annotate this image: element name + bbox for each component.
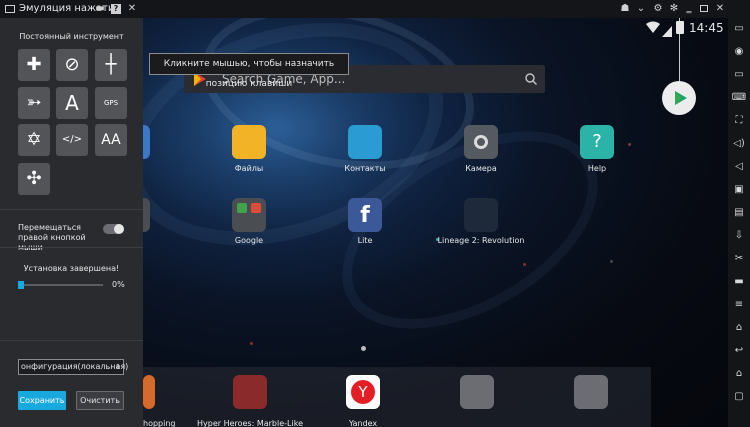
minimize-icon[interactable]: ‗ xyxy=(684,0,694,18)
app-label: Lite xyxy=(357,236,373,245)
back-icon[interactable]: ↩ xyxy=(731,344,747,358)
font-size-tool-icon[interactable]: AA xyxy=(95,124,127,156)
divider xyxy=(0,340,143,341)
app-label: Google xyxy=(234,236,264,245)
play-store-button[interactable] xyxy=(662,81,696,115)
help-icon: ? xyxy=(580,125,614,159)
lineage-icon xyxy=(464,198,498,232)
location-icon[interactable]: ◉ xyxy=(731,45,747,59)
folder-icon xyxy=(232,125,266,159)
google-folder-icon xyxy=(232,198,266,232)
section-title: Постоянный инструмент xyxy=(19,32,124,41)
menu-icon[interactable]: ≡ xyxy=(731,298,747,312)
keyboard-icon[interactable]: ⌨ xyxy=(731,91,747,105)
save-button[interactable]: Сохранить xyxy=(18,391,66,410)
keyboard-icon xyxy=(5,5,15,13)
maximize-icon[interactable] xyxy=(700,5,708,12)
home-icon[interactable]: ⌂ xyxy=(731,367,747,381)
scissors-icon[interactable]: ✂ xyxy=(731,252,747,266)
yandex-icon[interactable]: Y xyxy=(346,375,380,409)
placeholder-app-icon[interactable] xyxy=(460,375,494,409)
gps-tool-icon[interactable]: GPS xyxy=(95,87,127,119)
close-icon[interactable]: ✕ xyxy=(127,0,137,18)
wifi-icon xyxy=(646,21,660,33)
apk-icon[interactable]: ▤ xyxy=(731,206,747,220)
install-icon[interactable]: ⇩ xyxy=(731,229,747,243)
chevron-down-icon[interactable]: ⌄ xyxy=(635,0,647,18)
clear-button[interactable]: Очистить xyxy=(76,391,124,410)
progress-label: 0% xyxy=(112,280,125,289)
divider xyxy=(0,209,143,210)
home-icon[interactable]: ⌂ xyxy=(731,321,747,335)
gyro-tool-icon[interactable]: ✣ xyxy=(18,163,50,195)
star-tool-icon[interactable]: ✡ xyxy=(18,124,50,156)
crosshair-tool-icon[interactable]: ┼ xyxy=(95,49,127,81)
folder-icon[interactable]: ▬ xyxy=(94,0,106,18)
placeholder-app-icon[interactable] xyxy=(574,375,608,409)
key-mapping-panel: Постоянный инструмент ✚ ⊘ ┼ ➳ A GPS ✡ </… xyxy=(0,18,143,427)
config-select[interactable]: онфигурация(локальная) ⇕ xyxy=(18,359,128,375)
script-tool-icon[interactable]: </> xyxy=(56,124,88,156)
gun-tool-icon[interactable]: ➳ xyxy=(18,87,50,119)
progress-fill xyxy=(18,281,24,289)
battery-icon xyxy=(676,21,684,34)
dpad-tool-icon[interactable]: ✚ xyxy=(18,49,50,81)
contacts-icon xyxy=(348,125,382,159)
chevron-updown-icon: ⇕ xyxy=(115,363,121,371)
help-icon[interactable]: ? xyxy=(111,4,121,14)
app-label: Help xyxy=(587,164,607,173)
dock-label: Yandex xyxy=(348,419,378,427)
app-label: Контакты xyxy=(344,164,386,173)
settings-icon[interactable]: ⚙ xyxy=(652,0,664,18)
app-label: Камера xyxy=(465,164,497,173)
dock-app-icon[interactable] xyxy=(143,375,155,409)
gamepad-icon[interactable]: ☗ xyxy=(619,0,631,18)
recents-icon[interactable]: ▢ xyxy=(731,390,747,404)
move-right-toggle[interactable] xyxy=(103,224,124,234)
move-right-button-label: Перемещаться правой кнопкой мыши xyxy=(18,223,86,252)
title-bar: Эмуляция нажатия ▬ ? ✕ ☗ ⌄ ⚙ ✻ ‗ ✕ xyxy=(0,0,750,18)
folder-icon[interactable]: ▬ xyxy=(731,275,747,289)
dock: hopping Hyper Heroes: Marble-Like RPG Y … xyxy=(143,367,651,427)
tooltip: Кликните мышью, чтобы назначить позицию … xyxy=(149,53,349,89)
close-icon[interactable]: ✕ xyxy=(715,0,725,18)
right-sidebar: ▭ ◉ ▭ ⌨ ⛶ ◁) ◁ ▣ ▤ ⇩ ✂ ▬ ≡ ⌂ ↩ ⌂ ▢ xyxy=(728,18,750,427)
dock-label: Hyper Heroes: Marble-Like RPG xyxy=(196,419,303,427)
install-status: Установка завершена! xyxy=(23,264,120,273)
progress-bar xyxy=(18,281,103,289)
settings-icon[interactable]: ✻ xyxy=(668,0,680,18)
camera-icon[interactable]: ▣ xyxy=(731,183,747,197)
facebook-icon: f xyxy=(348,198,382,232)
search-icon[interactable] xyxy=(525,73,537,85)
play-store-icon xyxy=(675,91,687,105)
display-icon[interactable]: ▭ xyxy=(731,68,747,82)
app-label: Lineage 2: Revolution xyxy=(437,236,525,245)
fullscreen-icon[interactable]: ⛶ xyxy=(731,114,747,128)
display-icon[interactable]: ▭ xyxy=(731,22,747,36)
hyper-heroes-icon[interactable] xyxy=(233,375,267,409)
app-label: Файлы xyxy=(234,164,264,173)
no-smartcast-tool-icon[interactable]: ⊘ xyxy=(56,49,88,81)
divider xyxy=(0,247,143,248)
config-select-value: онфигурация(локальная) xyxy=(21,362,129,371)
dock-label: hopping xyxy=(143,419,176,427)
signal-icon xyxy=(662,22,672,37)
volume-up-icon[interactable]: ◁) xyxy=(731,137,747,151)
volume-down-icon[interactable]: ◁ xyxy=(731,160,747,174)
text-tool-icon[interactable]: A xyxy=(56,87,88,119)
camera-icon xyxy=(464,125,498,159)
status-time: 14:45 xyxy=(689,21,724,35)
